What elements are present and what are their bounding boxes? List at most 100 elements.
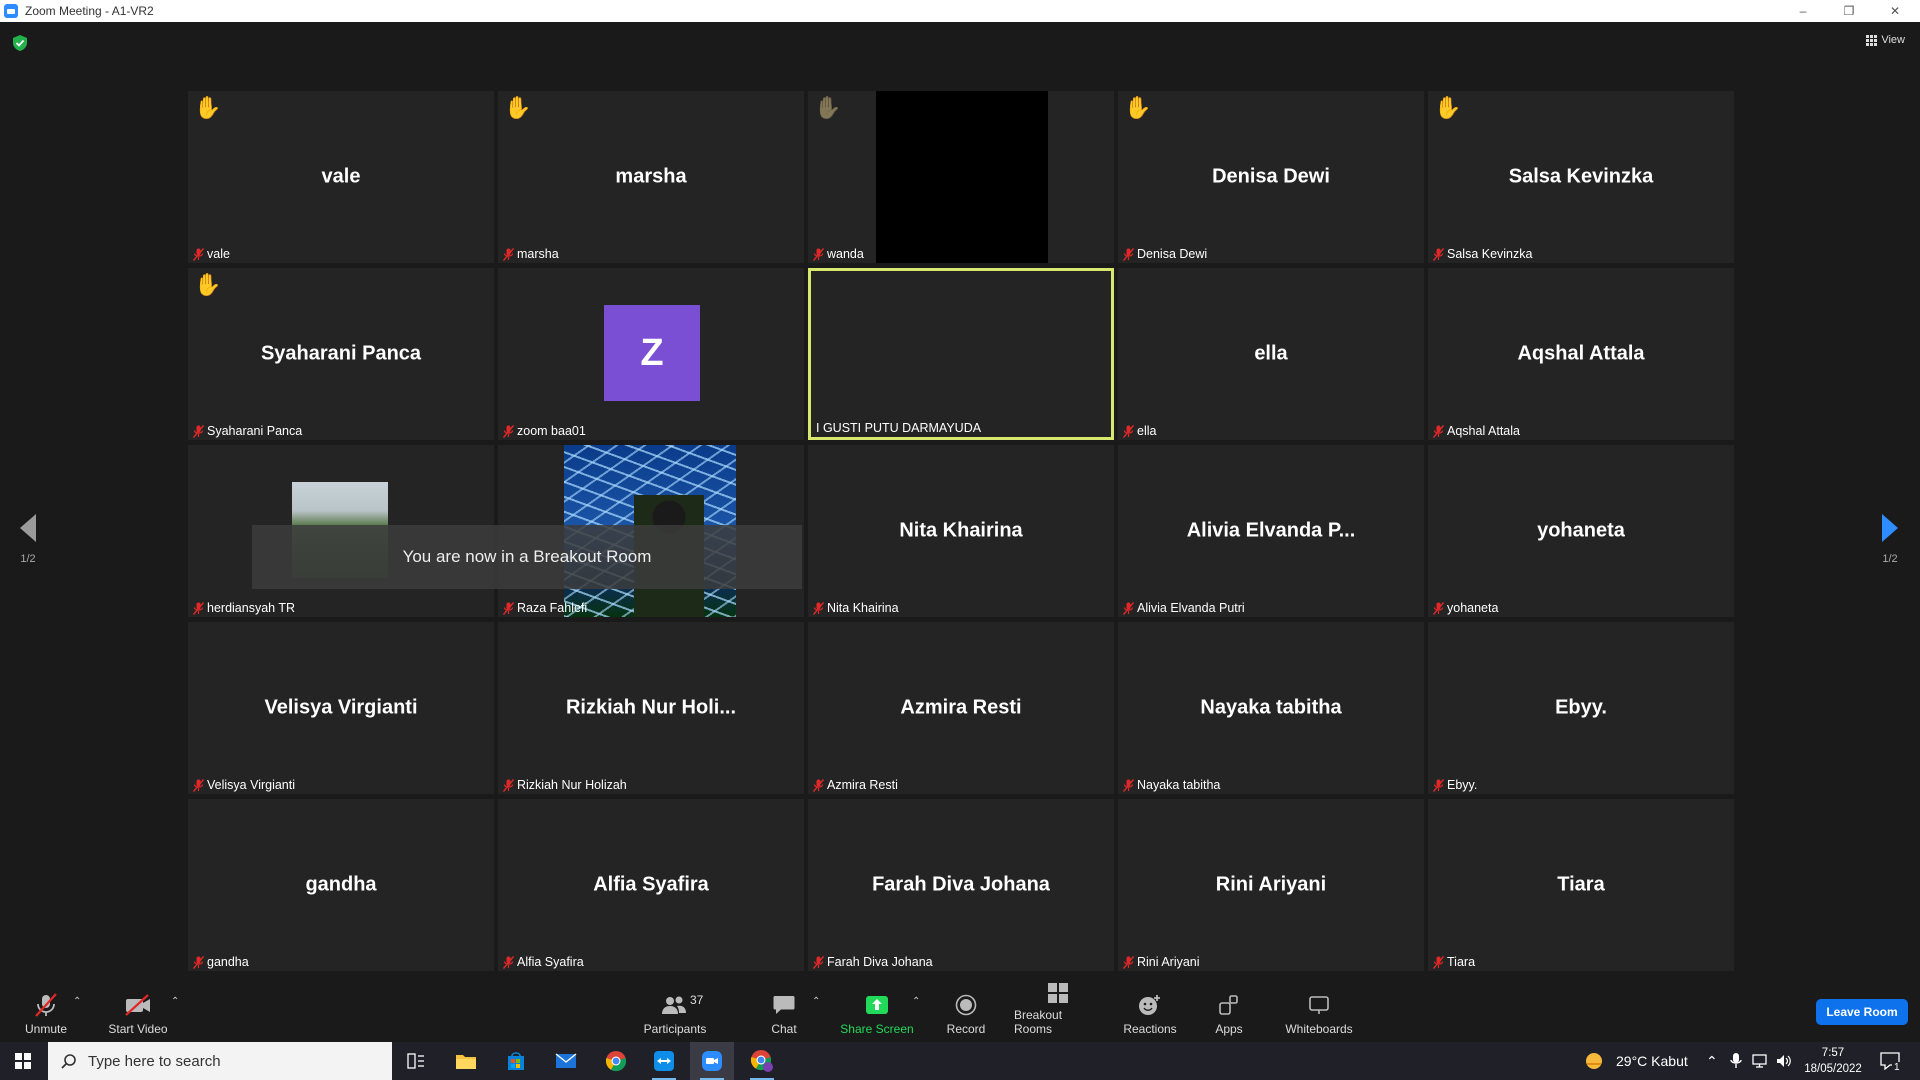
- participant-name-label: Rini Ariyani: [1120, 955, 1203, 969]
- participant-display-name: ella: [1254, 342, 1288, 365]
- raised-hand-icon: ✋: [1434, 95, 1462, 120]
- participant-tile[interactable]: Farah Diva Johana Farah Diva Johana: [808, 799, 1114, 971]
- participant-name: Velisya Virgianti: [207, 778, 296, 792]
- share-options-caret[interactable]: ⌃: [912, 996, 920, 1007]
- participant-tile[interactable]: ✋ Denisa Dewi Denisa Dewi: [1118, 91, 1424, 263]
- participant-name-label: marsha: [500, 247, 562, 261]
- breakout-room-notice: You are now in a Breakout Room: [252, 525, 802, 589]
- reactions-label: Reactions: [1123, 1022, 1177, 1036]
- start-video-button[interactable]: Start Video: [106, 984, 170, 1042]
- participant-tile[interactable]: Nita Khairina Nita Khairina: [808, 445, 1114, 617]
- participant-name: Aqshal Attala: [1447, 424, 1520, 438]
- mail-icon[interactable]: [544, 1042, 588, 1080]
- file-explorer-icon[interactable]: [444, 1042, 488, 1080]
- participant-name: Salsa Kevinzka: [1447, 247, 1533, 261]
- record-icon: [955, 992, 977, 1018]
- participant-display-name: Denisa Dewi: [1212, 165, 1330, 188]
- network-icon[interactable]: [1752, 1042, 1770, 1080]
- page-indicator-left: 1/2: [20, 553, 36, 565]
- participant-name: marsha: [517, 247, 559, 261]
- participants-count: 37: [690, 993, 704, 1007]
- reactions-button[interactable]: Reactions: [1122, 984, 1178, 1042]
- participant-name-label: I GUSTI PUTU DARMAYUDA: [813, 421, 984, 435]
- mic-muted-icon: [33, 992, 59, 1018]
- zoom-app-icon: [4, 4, 18, 18]
- participant-name-label: Azmira Resti: [810, 778, 901, 792]
- windows-start-button[interactable]: [15, 1053, 31, 1069]
- participant-tile[interactable]: Tiara Tiara: [1428, 799, 1734, 971]
- weather-widget[interactable]: 29°C Kabut: [1584, 1042, 1688, 1080]
- microphone-icon[interactable]: [1730, 1042, 1742, 1080]
- participant-name: Alfia Syafira: [517, 955, 584, 969]
- microsoft-store-icon[interactable]: [494, 1042, 538, 1080]
- taskbar-clock[interactable]: 7:57 18/05/2022: [1800, 1045, 1866, 1077]
- notification-center-button[interactable]: 1: [1880, 1042, 1902, 1080]
- participant-name-label: Farah Diva Johana: [810, 955, 936, 969]
- participant-tile[interactable]: I GUSTI PUTU DARMAYUDA: [808, 268, 1114, 440]
- participant-tile[interactable]: ✋ Salsa Kevinzka Salsa Kevinzka: [1428, 91, 1734, 263]
- participant-tile[interactable]: gandha gandha: [188, 799, 494, 971]
- participant-tile[interactable]: Velisya Virgianti Velisya Virgianti: [188, 622, 494, 794]
- participant-tile[interactable]: ✋ marsha marsha: [498, 91, 804, 263]
- participant-tile[interactable]: Aqshal Attala Aqshal Attala: [1428, 268, 1734, 440]
- close-button[interactable]: ✕: [1872, 0, 1918, 22]
- participant-tile[interactable]: ✋ Syaharani Panca Syaharani Panca: [188, 268, 494, 440]
- shield-icon[interactable]: [13, 35, 27, 51]
- unmute-button[interactable]: Unmute: [20, 984, 72, 1042]
- participant-tile[interactable]: Rini Ariyani Rini Ariyani: [1118, 799, 1424, 971]
- audio-options-caret[interactable]: ⌃: [73, 996, 81, 1007]
- participant-display-name: Velisya Virgianti: [264, 696, 418, 719]
- participant-display-name: Ebyy.: [1555, 696, 1607, 719]
- participant-tile[interactable]: Azmira Resti Azmira Resti: [808, 622, 1114, 794]
- leave-room-button[interactable]: Leave Room: [1816, 999, 1908, 1025]
- window-title: Zoom Meeting - A1-VR2: [25, 4, 154, 18]
- record-label: Record: [946, 1022, 986, 1036]
- start-video-label: Start Video: [108, 1022, 168, 1036]
- participant-tile[interactable]: ella ella: [1118, 268, 1424, 440]
- participant-display-name: Rini Ariyani: [1215, 873, 1327, 896]
- video-options-caret[interactable]: ⌃: [171, 996, 179, 1007]
- participant-name: Rizkiah Nur Holizah: [517, 778, 627, 792]
- participant-tile[interactable]: ✋ wanda: [808, 91, 1114, 263]
- restore-button[interactable]: ❐: [1826, 0, 1872, 22]
- record-button[interactable]: Record: [944, 984, 988, 1042]
- volume-icon[interactable]: [1776, 1042, 1792, 1080]
- mic-muted-icon: [502, 955, 515, 969]
- chrome-icon[interactable]: [594, 1042, 638, 1080]
- unmute-label: Unmute: [24, 1022, 68, 1036]
- mic-muted-icon: [812, 778, 825, 792]
- participant-tile[interactable]: Ebyy. Ebyy.: [1428, 622, 1734, 794]
- view-button[interactable]: View: [1866, 34, 1905, 46]
- mic-muted-icon: [812, 955, 825, 969]
- apps-button[interactable]: Apps: [1208, 984, 1250, 1042]
- participant-display-name: gandha: [305, 873, 377, 896]
- participant-tile[interactable]: Zzoom baa01: [498, 268, 804, 440]
- participant-tile[interactable]: Nayaka tabitha Nayaka tabitha: [1118, 622, 1424, 794]
- participant-tile[interactable]: Rizkiah Nur Holi... Rizkiah Nur Holizah: [498, 622, 804, 794]
- participant-name: Syaharani Panca: [207, 424, 303, 438]
- breakout-rooms-button[interactable]: Breakout Rooms: [1014, 983, 1102, 1042]
- participants-icon: [662, 992, 688, 1018]
- previous-page-button[interactable]: 1/2: [13, 514, 43, 565]
- windows-taskbar: Type here to search 29°C Kabut ⌃ 7:57 18…: [0, 1042, 1920, 1080]
- taskbar-search-box[interactable]: Type here to search: [48, 1042, 392, 1080]
- participant-tile[interactable]: yohaneta yohaneta: [1428, 445, 1734, 617]
- next-page-button[interactable]: 1/2: [1875, 514, 1905, 565]
- participant-name-label: wanda: [810, 247, 867, 261]
- reactions-icon: [1138, 992, 1162, 1018]
- show-hidden-icons-button[interactable]: ⌃: [1706, 1042, 1718, 1080]
- participant-display-name: Syaharani Panca: [260, 342, 422, 365]
- mic-muted-icon: [192, 955, 205, 969]
- zoom-taskbar-icon[interactable]: [690, 1042, 734, 1080]
- chat-options-caret[interactable]: ⌃: [812, 996, 820, 1007]
- chat-button[interactable]: Chat: [762, 984, 806, 1042]
- participant-tile[interactable]: Alfia Syafira Alfia Syafira: [498, 799, 804, 971]
- participant-tile[interactable]: ✋ vale vale: [188, 91, 494, 263]
- share-screen-button[interactable]: Share Screen: [840, 984, 914, 1042]
- teamviewer-icon[interactable]: [642, 1042, 686, 1080]
- task-view-icon[interactable]: [394, 1042, 438, 1080]
- chrome-profile-icon[interactable]: [740, 1042, 784, 1080]
- participant-tile[interactable]: Alivia Elvanda P... Alivia Elvanda Putri: [1118, 445, 1424, 617]
- whiteboards-button[interactable]: Whiteboards: [1282, 984, 1356, 1042]
- minimize-button[interactable]: –: [1780, 0, 1826, 22]
